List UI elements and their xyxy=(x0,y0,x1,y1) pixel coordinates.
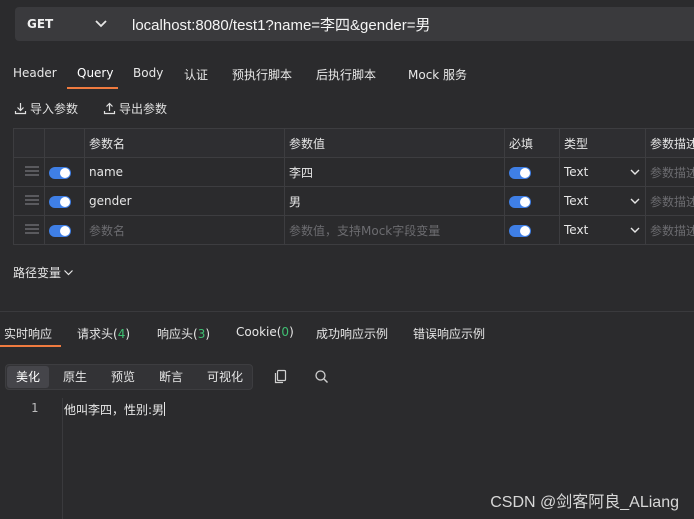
copy-icon[interactable] xyxy=(273,369,288,384)
export-params-button[interactable]: 导出参数 xyxy=(103,100,167,117)
tab-label: 请求头 xyxy=(77,327,114,341)
column-header-required: 必填 xyxy=(504,128,560,158)
param-name-cell[interactable]: name xyxy=(84,157,285,187)
chevron-down-icon xyxy=(95,20,107,28)
type-select[interactable]: Text xyxy=(559,215,646,245)
column-header-value: 参数值 xyxy=(284,128,505,158)
drag-handle-icon[interactable] xyxy=(25,166,39,176)
param-description-cell[interactable]: 参数描述 xyxy=(645,157,694,187)
path-variables-label: 路径变量 xyxy=(13,266,62,280)
drag-handle-icon[interactable] xyxy=(25,195,39,205)
tab-body[interactable]: Body xyxy=(133,66,163,80)
line-number: 1 xyxy=(31,401,39,415)
params-table: 参数名 参数值 必填 类型 参数描述 name 李四 Text 参数描述 gen… xyxy=(13,128,694,245)
table-row: gender 男 Text 参数描述 xyxy=(13,186,694,216)
param-description-cell[interactable]: 参数描述 xyxy=(645,186,694,216)
column-header-type: 类型 xyxy=(559,128,646,158)
view-mode-assert[interactable]: 断言 xyxy=(150,366,192,388)
tab-label: 响应头 xyxy=(157,327,194,341)
param-name-input[interactable]: 参数名 xyxy=(84,215,285,245)
method-select[interactable]: GET xyxy=(15,7,122,41)
panel-divider[interactable] xyxy=(0,311,694,312)
table-row: name 李四 Text 参数描述 xyxy=(13,157,694,187)
tab-post-script[interactable]: 后执行脚本 xyxy=(316,66,376,83)
table-header-row: 参数名 参数值 必填 类型 参数描述 xyxy=(13,128,694,158)
tab-response-headers[interactable]: 响应头(3) xyxy=(157,325,210,342)
method-label: GET xyxy=(27,17,54,31)
tab-request-headers[interactable]: 请求头(4) xyxy=(77,325,130,342)
view-mode-pretty[interactable]: 美化 xyxy=(7,366,50,388)
chevron-down-icon xyxy=(630,169,640,175)
response-tabs: 实时响应 请求头(4) 响应头(3) Cookie(0) 成功响应示例 错误响应… xyxy=(0,318,694,348)
tab-realtime-response[interactable]: 实时响应 xyxy=(4,325,52,342)
tab-label: Cookie xyxy=(236,325,277,339)
view-mode-visualize[interactable]: 可视化 xyxy=(198,366,252,388)
chevron-down-icon xyxy=(630,227,640,233)
count-badge: 4 xyxy=(117,327,126,341)
view-mode-switch: 美化 原生 预览 断言 可视化 xyxy=(5,364,253,390)
gutter-divider xyxy=(62,398,63,519)
tab-success-example[interactable]: 成功响应示例 xyxy=(316,325,388,342)
count-badge: 3 xyxy=(197,327,206,341)
type-select[interactable]: Text xyxy=(559,186,646,216)
url-input[interactable] xyxy=(122,7,694,41)
tab-pre-script[interactable]: 预执行脚本 xyxy=(232,66,292,83)
import-params-button[interactable]: 导入参数 xyxy=(14,100,78,117)
chevron-down-icon xyxy=(630,198,640,204)
drag-handle-icon[interactable] xyxy=(25,224,39,234)
active-tab-indicator xyxy=(67,87,118,89)
params-toolbar: 导入参数 导出参数 xyxy=(0,98,694,118)
param-name-cell[interactable]: gender xyxy=(84,186,285,216)
type-label: Text xyxy=(564,165,589,179)
type-label: Text xyxy=(564,223,589,237)
count-badge: 0 xyxy=(281,325,290,339)
tab-auth[interactable]: 认证 xyxy=(184,66,208,83)
upload-icon xyxy=(103,102,116,115)
request-bar: GET xyxy=(0,0,694,50)
response-body-text: 他叫李四，性别:男 xyxy=(64,402,166,417)
enable-toggle[interactable] xyxy=(49,166,71,179)
tab-header[interactable]: Header xyxy=(13,66,57,80)
download-icon xyxy=(14,103,27,115)
column-header-name: 参数名 xyxy=(84,128,285,158)
tab-error-example[interactable]: 错误响应示例 xyxy=(413,325,485,342)
type-select[interactable]: Text xyxy=(559,157,646,187)
active-response-tab-indicator xyxy=(0,345,61,347)
param-value-cell[interactable]: 男 xyxy=(284,186,505,216)
view-mode-preview[interactable]: 预览 xyxy=(102,366,144,388)
param-value-cell[interactable]: 李四 xyxy=(284,157,505,187)
tab-mock[interactable]: Mock 服务 xyxy=(408,66,467,83)
required-toggle[interactable] xyxy=(509,224,531,237)
path-variables-toggle[interactable]: 路径变量 xyxy=(13,264,74,281)
tab-query[interactable]: Query xyxy=(77,66,113,80)
param-description-input[interactable]: 参数描述 xyxy=(645,215,694,245)
export-params-label: 导出参数 xyxy=(119,102,168,116)
view-mode-raw[interactable]: 原生 xyxy=(54,366,96,388)
required-toggle[interactable] xyxy=(509,195,531,208)
search-icon[interactable] xyxy=(314,369,329,384)
watermark: CSDN @剑客阿良_ALiang xyxy=(490,494,679,511)
column-header-description: 参数描述 xyxy=(645,128,694,158)
enable-toggle[interactable] xyxy=(49,224,71,237)
required-toggle[interactable] xyxy=(509,166,531,179)
table-row-new: 参数名 参数值，支持Mock字段变量 Text 参数描述 xyxy=(13,215,694,245)
type-label: Text xyxy=(564,194,589,208)
text-cursor xyxy=(164,402,166,416)
tab-cookie[interactable]: Cookie(0) xyxy=(236,325,294,339)
param-value-input[interactable]: 参数值，支持Mock字段变量 xyxy=(284,215,505,245)
chevron-down-icon xyxy=(64,270,73,276)
import-params-label: 导入参数 xyxy=(30,102,79,116)
enable-toggle[interactable] xyxy=(49,195,71,208)
